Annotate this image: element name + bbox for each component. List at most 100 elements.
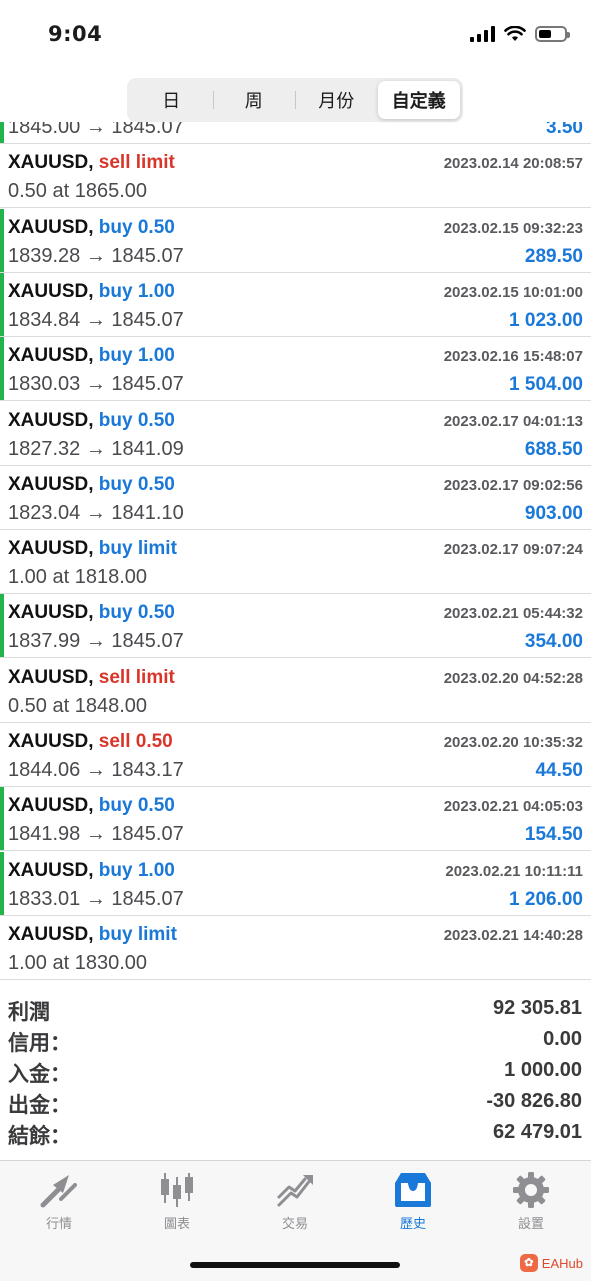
withdrawal-value: -30 826.80: [486, 1090, 582, 1112]
trade-row[interactable]: 1845.00 → 1845.07 3.50: [0, 122, 591, 144]
profit-value: 92 305.81: [493, 997, 582, 1019]
history-inbox-icon: [395, 1173, 431, 1207]
trade-profit: 1 504.00: [509, 374, 583, 396]
credit-value: 0.00: [543, 1028, 582, 1050]
deposit-label: 入金：: [8, 1062, 71, 1086]
watermark-text: EAHub: [541, 1255, 583, 1271]
trade-type: buy 0.50: [98, 409, 175, 431]
trade-symbol: XAUUSD,: [8, 345, 94, 367]
tab-trade[interactable]: 交易: [236, 1161, 354, 1241]
trade-row[interactable]: XAUUSD, sell limit 2023.02.14 20:08:57 0.5…: [0, 144, 591, 209]
trade-prices: 1841.98 → 1845.07: [8, 823, 184, 846]
profit-marker: [0, 122, 4, 143]
tab-history-label: 歷史: [399, 1217, 426, 1232]
summary-deposit-row: 入金： 1 000.00: [0, 1056, 591, 1087]
deposit-value: 1 000.00: [504, 1059, 582, 1081]
trade-row[interactable]: XAUUSD, buy limit 2023.02.17 09:07:24 1.00…: [0, 530, 591, 595]
balance-value: 62 479.01: [493, 1121, 582, 1143]
trade-profit: 3.50: [546, 122, 583, 138]
tab-charts[interactable]: 圖表: [118, 1161, 236, 1241]
trade-symbol: XAUUSD,: [8, 409, 94, 431]
cellular-signal-icon: [470, 26, 495, 42]
trade-title: XAUUSD, buy 1.00: [8, 860, 175, 882]
trade-date: 2023.02.14 20:08:57: [443, 155, 583, 173]
trade-date: 2023.02.20 10:35:32: [443, 734, 583, 751]
trade-title: XAUUSD, buy 1.00: [8, 345, 175, 367]
trade-title: XAUUSD, buy 0.50: [8, 410, 175, 432]
status-icons: [470, 26, 570, 42]
trade-date: 2023.02.21 05:44:32: [443, 605, 583, 623]
trade-prices: 1823.04 → 1841.10: [8, 501, 184, 524]
trade-symbol: XAUUSD,: [8, 473, 94, 495]
trade-profit: 154.50: [524, 824, 583, 846]
trade-prices: 1844.06 → 1843.17: [8, 759, 184, 781]
trade-type: buy 1.00: [98, 345, 175, 367]
trade-profit: 688.50: [524, 438, 583, 460]
trade-prices: 1834.84 → 1845.07: [8, 308, 184, 331]
summary-profit-row: 利潤 92 305.81: [0, 994, 591, 1025]
trade-row[interactable]: XAUUSD, buy 1.00 2023.02.16 15:48:07 1830.…: [0, 337, 591, 402]
trade-title: XAUUSD, buy 1.00: [8, 281, 175, 303]
trade-symbol: XAUUSD,: [8, 731, 94, 752]
trade-trend-icon: [277, 1175, 313, 1207]
summary-withdrawal-row: 出金： -30 826.80: [0, 1087, 591, 1118]
tab-custom[interactable]: 自定義: [377, 81, 460, 119]
trade-prices: 1837.99 → 1845.07: [8, 630, 184, 653]
balance-label: 結餘：: [8, 1124, 71, 1148]
tab-settings-label: 設置: [517, 1217, 544, 1232]
tab-settings[interactable]: 設置: [472, 1161, 590, 1241]
period-segmented-control: 日 周 月份 自定義: [127, 78, 463, 122]
trade-symbol: XAUUSD,: [8, 216, 94, 238]
trade-title: XAUUSD, buy 0.50: [8, 217, 175, 239]
trade-title: XAUUSD, buy 0.50: [8, 602, 175, 624]
trade-date: 2023.02.15 09:32:23: [443, 219, 583, 237]
profit-marker: [0, 787, 4, 851]
tab-quotes-label: 行情: [45, 1217, 72, 1232]
profit-marker: [0, 594, 4, 658]
trade-symbol: XAUUSD,: [8, 152, 94, 174]
trade-date: 2023.02.17 09:02:56: [443, 476, 583, 494]
profit-marker: [0, 208, 4, 272]
trade-row[interactable]: XAUUSD, buy 0.50 2023.02.17 04:01:13 1827.…: [0, 402, 591, 466]
trade-prices: 1839.28 → 1845.07: [8, 244, 184, 267]
trade-row[interactable]: XAUUSD, buy limit 2023.02.21 14:40:28 1.00…: [0, 916, 591, 980]
trade-prices: 1827.32 → 1841.09: [8, 437, 184, 460]
tab-quotes[interactable]: 行情: [0, 1161, 118, 1241]
trade-date: 2023.02.16 15:48:07: [443, 348, 583, 366]
trade-title: XAUUSD, buy limit: [8, 538, 177, 560]
trade-history-list[interactable]: 1845.00 → 1845.07 3.50 XAUUSD, sell limit 2…: [0, 122, 591, 990]
trade-profit: 289.50: [524, 245, 583, 267]
trade-row[interactable]: XAUUSD, buy 0.50 2023.02.15 09:32:23 1839.…: [0, 208, 591, 273]
tab-history[interactable]: 歷史: [354, 1161, 472, 1241]
trade-title: XAUUSD, sell 0.50: [8, 731, 173, 753]
tab-day[interactable]: 日: [130, 81, 213, 119]
tab-trade-label: 交易: [281, 1217, 308, 1232]
trade-row[interactable]: XAUUSD, buy 0.50 2023.02.21 04:05:03 1841.…: [0, 787, 591, 852]
home-indicator: [190, 1262, 400, 1268]
trade-row[interactable]: XAUUSD, buy 0.50 2023.02.21 05:44:32 1837.…: [0, 594, 591, 659]
trade-type: buy 0.50: [98, 795, 175, 817]
wifi-icon: [504, 26, 526, 41]
trade-row[interactable]: XAUUSD, sell limit 2023.02.20 04:52:28 0.5…: [0, 659, 591, 723]
trade-symbol: XAUUSD,: [8, 666, 94, 688]
summary-balance-row: 結餘： 62 479.01: [0, 1118, 591, 1149]
withdrawal-label: 出金：: [8, 1093, 71, 1117]
trade-row[interactable]: XAUUSD, buy 1.00 2023.02.15 10:01:00 1834.…: [0, 272, 591, 337]
trade-row[interactable]: XAUUSD, buy 0.50 2023.02.17 09:02:56 1823.…: [0, 466, 591, 530]
trade-symbol: XAUUSD,: [8, 602, 94, 624]
trade-date: 2023.02.17 09:07:24: [443, 541, 583, 559]
trade-prices: 1.00 at 1818.00: [8, 566, 148, 589]
status-time: 9:04: [48, 22, 103, 46]
trade-row[interactable]: XAUUSD, buy 1.00 2023.02.21 10:11:11 1833.…: [0, 851, 591, 916]
trade-row[interactable]: XAUUSD, sell 0.50 2023.02.20 10:35:32 1844…: [0, 723, 591, 787]
trade-prices: 0.50 at 1865.00: [8, 180, 148, 203]
trade-symbol: XAUUSD,: [8, 859, 94, 881]
trade-title: XAUUSD, sell limit: [8, 667, 175, 689]
tab-week[interactable]: 周: [212, 81, 296, 119]
trade-prices: 1.00 at 1830.00: [8, 951, 148, 974]
profit-label: 利潤: [8, 1000, 50, 1024]
trade-title: XAUUSD, sell limit: [8, 152, 175, 174]
trade-type: buy 0.50: [98, 473, 175, 495]
tab-month[interactable]: 月份: [295, 81, 378, 119]
trade-symbol: XAUUSD,: [8, 795, 94, 817]
